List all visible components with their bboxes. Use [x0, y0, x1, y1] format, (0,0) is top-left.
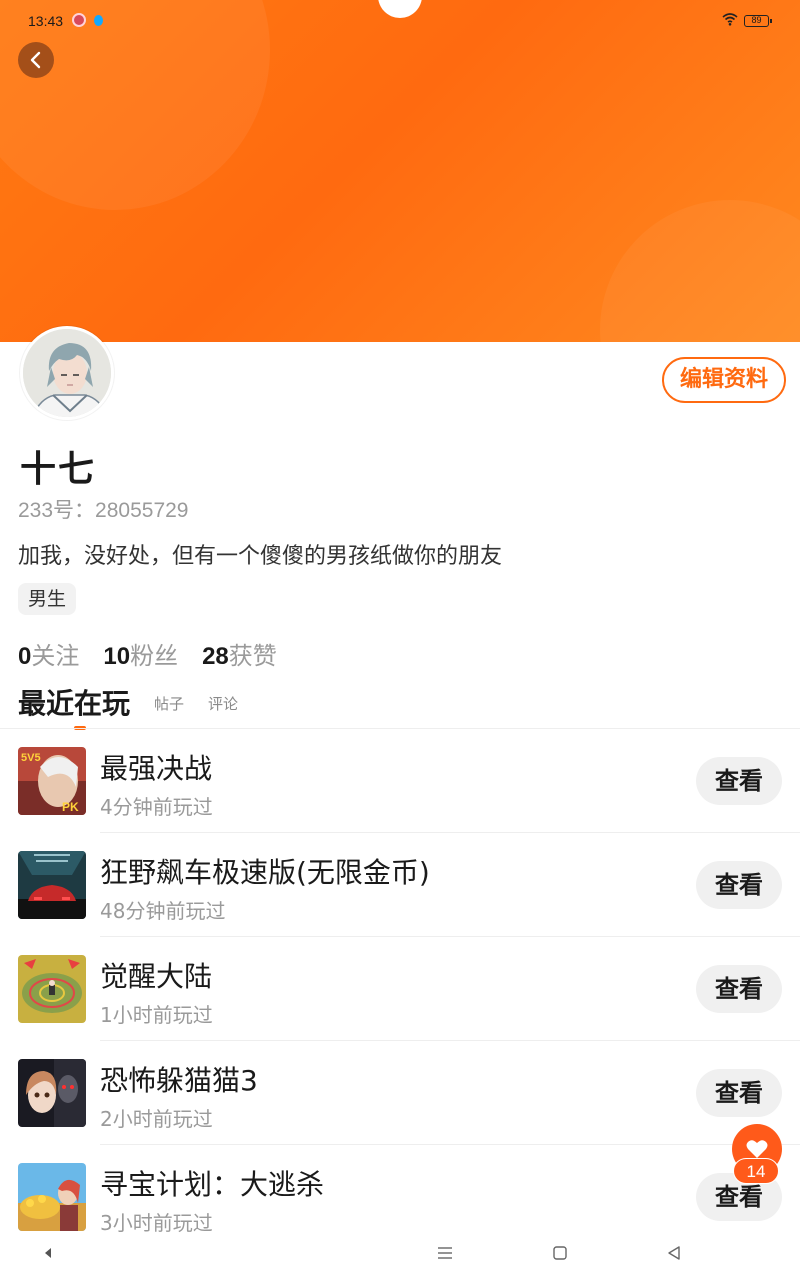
back-arrow-icon — [30, 51, 41, 69]
stat-label: 关注 — [31, 642, 80, 670]
avatar-image — [23, 329, 111, 417]
avatar[interactable] — [20, 326, 114, 420]
gender-tag: 男生 — [18, 583, 77, 615]
user-id-value: 28055729 — [95, 499, 189, 522]
game-title: 觉醒大陆 — [100, 960, 213, 993]
game-title: 最强决战 — [100, 752, 213, 785]
nav-back-icon[interactable] — [42, 1246, 54, 1260]
game-thumbnail — [18, 851, 86, 919]
stat-number: 10 — [103, 643, 131, 670]
system-nav-bar — [0, 1236, 800, 1280]
tab-recently-played[interactable]: 最近在玩 — [18, 682, 131, 730]
stat-label: 获赞 — [228, 642, 277, 670]
nav-recent-icon[interactable] — [667, 1246, 681, 1260]
user-id-label: 233号： — [18, 499, 96, 522]
game-title: 寻宝计划：大逃杀 — [100, 1168, 325, 1201]
game-last-played: 4分钟前玩过 — [100, 795, 213, 819]
game-thumbnail: 5V5 PK — [18, 747, 86, 815]
back-button[interactable] — [18, 42, 54, 78]
nav-menu-icon[interactable] — [437, 1246, 453, 1260]
stat-followers[interactable]: 10粉丝 — [103, 636, 178, 671]
user-bio: 加我，没好处，但有一个傻傻的男孩纸做你的朋友 — [18, 544, 503, 569]
list-item[interactable]: 觉醒大陆 1小时前玩过 查看 — [0, 937, 800, 1041]
view-button[interactable]: 查看 — [696, 1069, 782, 1117]
edit-profile-button[interactable]: 编辑资料 — [662, 357, 786, 403]
battery-icon: 89 — [744, 15, 772, 27]
status-bar: 13:43 89 — [0, 0, 800, 40]
heart-icon — [746, 1140, 768, 1158]
game-title: 狂野飙车极速版(无限金币) — [100, 856, 430, 889]
svg-text:PK: PK — [62, 800, 79, 814]
like-count-badge: 14 — [733, 1158, 779, 1184]
view-button[interactable]: 查看 — [696, 757, 782, 805]
game-thumbnail — [18, 1059, 86, 1127]
user-id: 233号：28055729 — [18, 494, 188, 524]
status-time: 13:43 — [28, 13, 64, 29]
stat-number: 0 — [18, 643, 32, 670]
game-last-played: 2小时前玩过 — [100, 1107, 213, 1131]
game-last-played: 1小时前玩过 — [100, 1003, 213, 1027]
tab-posts[interactable]: 帖子 — [154, 693, 184, 726]
svg-text:5V5: 5V5 — [21, 752, 41, 764]
tab-comments[interactable]: 评论 — [208, 693, 238, 726]
stat-following[interactable]: 0关注 — [18, 636, 79, 671]
nav-home-icon[interactable] — [553, 1246, 567, 1260]
view-button[interactable]: 查看 — [696, 965, 782, 1013]
list-item[interactable]: 恐怖躲猫猫3 2小时前玩过 查看 — [0, 1041, 800, 1145]
wifi-icon — [722, 13, 738, 26]
stats-row: 0关注 10粉丝 28获赞 — [18, 636, 277, 671]
username: 十七 — [20, 449, 97, 490]
camera-notch — [378, 0, 422, 18]
game-thumbnail — [18, 1163, 86, 1231]
game-title: 恐怖躲猫猫3 — [100, 1064, 258, 1097]
game-thumbnail — [18, 955, 86, 1023]
stat-label: 粉丝 — [130, 642, 179, 670]
game-last-played: 48分钟前玩过 — [100, 899, 226, 923]
tab-label: 最近在玩 — [18, 687, 131, 720]
list-item[interactable]: 5V5 PK 最强决战 4分钟前玩过 查看 — [0, 729, 800, 833]
view-button[interactable]: 查看 — [696, 861, 782, 909]
profile-banner — [0, 0, 800, 342]
stat-number: 28 — [202, 643, 229, 670]
list-item[interactable]: 寻宝计划：大逃杀 3小时前玩过 查看 — [0, 1145, 800, 1249]
stat-likes[interactable]: 28获赞 — [202, 636, 277, 671]
notification-icon — [94, 15, 103, 26]
banner-decoration — [600, 200, 800, 342]
notification-icon — [72, 13, 86, 27]
profile-tabs: 最近在玩 帖子 评论 — [18, 686, 238, 730]
game-last-played: 3小时前玩过 — [100, 1211, 213, 1235]
list-item[interactable]: 狂野飙车极速版(无限金币) 48分钟前玩过 查看 — [0, 833, 800, 937]
